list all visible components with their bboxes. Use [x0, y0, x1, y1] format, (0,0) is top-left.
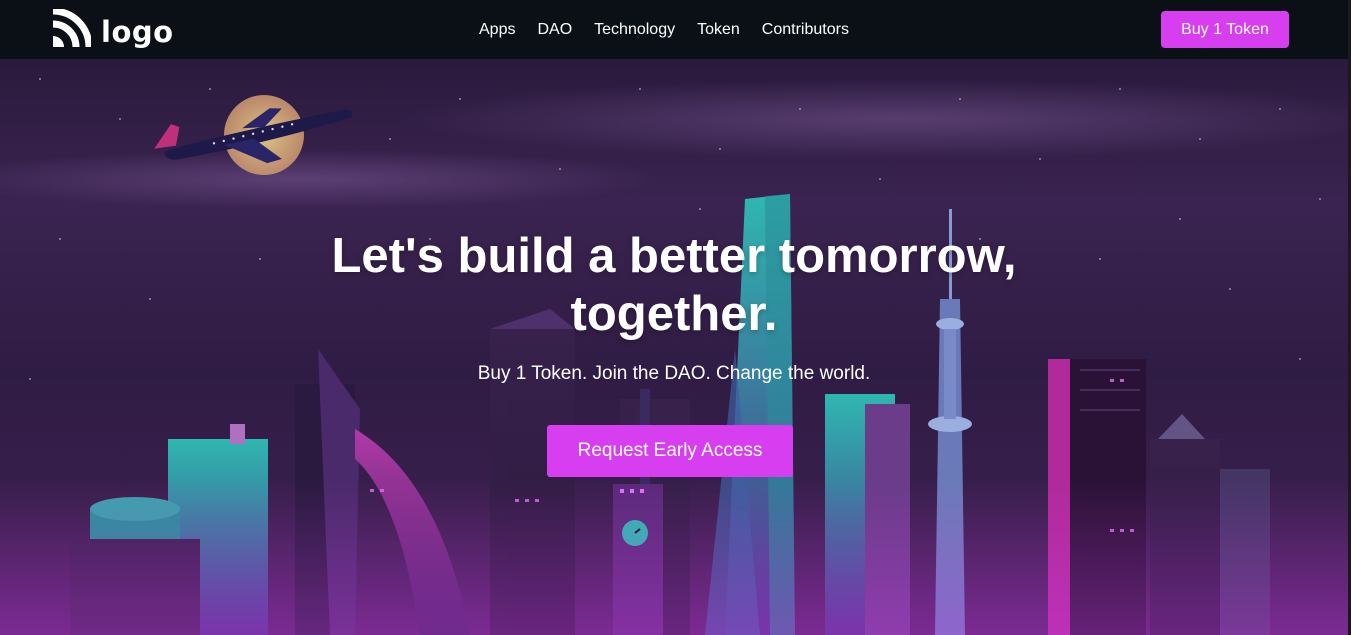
- nav-link-contributors[interactable]: Contributors: [762, 21, 849, 39]
- nav-link-technology[interactable]: Technology: [594, 21, 675, 39]
- request-early-access-button[interactable]: Request Early Access: [547, 425, 793, 477]
- main-nav: Apps DAO Technology Token Contributors: [479, 0, 849, 59]
- top-navbar: logo Apps DAO Technology Token Contribut…: [0, 0, 1348, 59]
- site-logo[interactable]: logo: [51, 7, 174, 54]
- logo-text: logo: [101, 14, 174, 49]
- buy-token-button[interactable]: Buy 1 Token: [1161, 11, 1289, 48]
- hero-section: Let's build a better tomorrow, together.…: [0, 59, 1348, 635]
- nav-link-apps[interactable]: Apps: [479, 21, 515, 39]
- landing-page: logo Apps DAO Technology Token Contribut…: [0, 0, 1351, 635]
- hero-title: Let's build a better tomorrow, together.: [0, 227, 1348, 343]
- city-skyline-illustration: [0, 78, 1348, 635]
- nav-link-dao[interactable]: DAO: [537, 21, 572, 39]
- hero-title-line2: together.: [570, 287, 778, 341]
- hero-title-line1: Let's build a better tomorrow,: [331, 229, 1017, 283]
- rss-feed-icon: [51, 7, 93, 54]
- nav-link-token[interactable]: Token: [697, 21, 740, 39]
- hero-subtitle: Buy 1 Token. Join the DAO. Change the wo…: [477, 363, 871, 384]
